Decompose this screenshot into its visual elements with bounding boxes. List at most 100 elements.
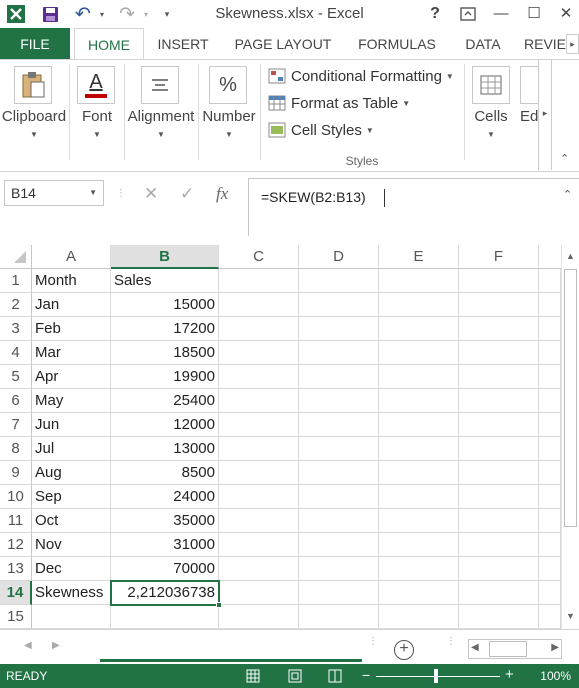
ribbon-scroll-right-button[interactable]: ▸ xyxy=(538,60,552,170)
row-header[interactable]: 9 xyxy=(0,461,32,485)
cell[interactable] xyxy=(379,293,459,317)
cell[interactable]: 8500 xyxy=(111,461,219,485)
cell[interactable] xyxy=(459,485,539,509)
cells-group[interactable]: Cells ▼ xyxy=(466,60,516,172)
insert-function-icon[interactable]: fx xyxy=(216,184,228,204)
number-group[interactable]: % Number ▼ xyxy=(199,60,259,172)
column-header-e[interactable]: E xyxy=(379,245,459,269)
cell[interactable] xyxy=(299,341,379,365)
cell[interactable] xyxy=(539,485,561,509)
minimize-button[interactable]: — xyxy=(490,3,512,25)
cell[interactable] xyxy=(459,365,539,389)
cell[interactable]: Nov xyxy=(32,533,111,557)
sheet-tab-active[interactable] xyxy=(100,630,362,662)
zoom-in-icon[interactable]: + xyxy=(505,666,514,683)
cell[interactable] xyxy=(299,317,379,341)
cell[interactable] xyxy=(539,461,561,485)
cell[interactable] xyxy=(299,461,379,485)
page-break-view-icon[interactable] xyxy=(328,669,342,686)
tab-insert[interactable]: INSERT xyxy=(148,28,218,60)
cell[interactable] xyxy=(299,581,379,605)
tab-splitter-icon[interactable]: ⋮ xyxy=(368,636,378,647)
column-header-g[interactable] xyxy=(539,245,561,269)
cell[interactable] xyxy=(219,389,299,413)
cell[interactable] xyxy=(539,557,561,581)
column-header-a[interactable]: A xyxy=(32,245,111,269)
cell[interactable] xyxy=(219,413,299,437)
row-header[interactable]: 15 xyxy=(0,605,32,629)
tab-page-layout[interactable]: PAGE LAYOUT xyxy=(228,28,338,60)
cell[interactable]: Jun xyxy=(32,413,111,437)
vertical-scroll-thumb[interactable] xyxy=(564,269,577,527)
cell[interactable]: Skewness xyxy=(32,581,111,605)
zoom-slider-thumb[interactable] xyxy=(434,669,438,683)
cell[interactable] xyxy=(459,461,539,485)
cell[interactable] xyxy=(219,485,299,509)
cell[interactable] xyxy=(459,605,539,629)
hscroll-left-icon[interactable]: ◀ xyxy=(471,642,479,653)
cell[interactable] xyxy=(111,605,219,629)
cell[interactable]: Sep xyxy=(32,485,111,509)
normal-view-icon[interactable] xyxy=(246,669,260,686)
horizontal-scrollbar[interactable]: ◀ ▶ xyxy=(468,639,562,659)
row-header[interactable]: 14 xyxy=(0,581,32,605)
cell[interactable]: 15000 xyxy=(111,293,219,317)
confirm-entry-icon[interactable]: ✓ xyxy=(180,184,194,204)
ribbon-display-options-icon[interactable] xyxy=(457,3,479,25)
row-header[interactable]: 1 xyxy=(0,269,32,293)
cell[interactable] xyxy=(219,557,299,581)
cell[interactable] xyxy=(219,509,299,533)
scroll-down-icon[interactable]: ▼ xyxy=(566,611,575,621)
close-button[interactable]: ✕ xyxy=(555,3,577,25)
cell[interactable]: 19900 xyxy=(111,365,219,389)
cell[interactable] xyxy=(219,461,299,485)
cell[interactable] xyxy=(219,317,299,341)
cell[interactable] xyxy=(459,269,539,293)
cell[interactable] xyxy=(459,341,539,365)
zoom-level[interactable]: 100% xyxy=(540,669,571,683)
cell[interactable] xyxy=(539,509,561,533)
cell[interactable] xyxy=(379,413,459,437)
cell[interactable]: Mar xyxy=(32,341,111,365)
column-header-b[interactable]: B xyxy=(111,245,219,269)
cell[interactable] xyxy=(219,365,299,389)
cell[interactable] xyxy=(299,389,379,413)
cell[interactable] xyxy=(459,437,539,461)
cell[interactable] xyxy=(299,533,379,557)
cell[interactable] xyxy=(379,605,459,629)
cell[interactable] xyxy=(459,389,539,413)
cell[interactable] xyxy=(539,293,561,317)
cell[interactable] xyxy=(219,269,299,293)
cell[interactable] xyxy=(379,341,459,365)
cell[interactable] xyxy=(459,557,539,581)
cell[interactable]: Jan xyxy=(32,293,111,317)
cell[interactable] xyxy=(379,269,459,293)
page-layout-view-icon[interactable] xyxy=(288,669,302,686)
cell[interactable] xyxy=(379,509,459,533)
new-sheet-icon[interactable]: + xyxy=(394,640,414,660)
cell[interactable] xyxy=(539,365,561,389)
row-header[interactable]: 8 xyxy=(0,437,32,461)
cancel-entry-icon[interactable]: ✕ xyxy=(144,184,158,204)
worksheet-grid[interactable]: A B C D E F 1 Month Sales 2 Jan 15000 3 Feb 1720… xyxy=(0,245,561,629)
cell[interactable] xyxy=(539,533,561,557)
vertical-scrollbar[interactable]: ▲ ▼ xyxy=(561,245,579,629)
column-header-c[interactable]: C xyxy=(219,245,299,269)
cell[interactable]: 25400 xyxy=(111,389,219,413)
formula-input[interactable]: =SKEW(B2:B13) xyxy=(248,178,579,236)
format-as-table-button[interactable]: Format as Table ▼ xyxy=(268,92,410,114)
editing-group[interactable]: Ed xyxy=(518,60,540,172)
row-header[interactable]: 3 xyxy=(0,317,32,341)
cell[interactable] xyxy=(459,581,539,605)
cell[interactable]: 24000 xyxy=(111,485,219,509)
cell[interactable] xyxy=(539,341,561,365)
cell[interactable] xyxy=(379,389,459,413)
cell[interactable] xyxy=(539,581,561,605)
cell[interactable] xyxy=(539,317,561,341)
cell[interactable]: 35000 xyxy=(111,509,219,533)
cell[interactable] xyxy=(379,557,459,581)
zoom-slider[interactable] xyxy=(376,669,500,683)
maximize-button[interactable]: ☐ xyxy=(523,3,545,25)
tab-formulas[interactable]: FORMULAS xyxy=(350,28,444,60)
hscroll-right-icon[interactable]: ▶ xyxy=(551,642,559,653)
